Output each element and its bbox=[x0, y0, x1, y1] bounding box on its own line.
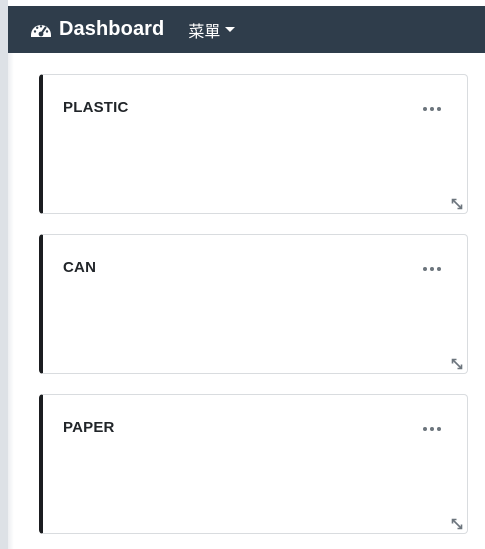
card-paper: PAPER bbox=[39, 394, 468, 534]
dot bbox=[437, 427, 441, 431]
dot bbox=[430, 107, 434, 111]
resize-icon[interactable] bbox=[451, 357, 463, 370]
dot bbox=[437, 267, 441, 271]
card-title: CAN bbox=[63, 259, 97, 276]
brand-label: Dashboard bbox=[59, 18, 165, 40]
card-plastic: PLASTIC bbox=[39, 74, 468, 214]
resize-icon[interactable] bbox=[451, 197, 463, 210]
ellipsis-icon[interactable] bbox=[423, 104, 441, 114]
card-title: PAPER bbox=[63, 419, 115, 436]
dot bbox=[437, 107, 441, 111]
dot bbox=[423, 267, 427, 271]
dot bbox=[423, 427, 427, 431]
ellipsis-icon[interactable] bbox=[423, 264, 441, 274]
dot bbox=[430, 267, 434, 271]
left-edge bbox=[0, 0, 8, 549]
ellipsis-icon[interactable] bbox=[423, 424, 441, 434]
top-navbar: Dashboard 菜單 bbox=[8, 6, 485, 53]
caret-down-icon bbox=[225, 27, 236, 32]
dot bbox=[423, 107, 427, 111]
sidebar-shadow bbox=[8, 53, 14, 549]
brand-link[interactable]: Dashboard bbox=[29, 18, 164, 42]
card-can: CAN bbox=[39, 234, 468, 374]
dot bbox=[430, 427, 434, 431]
menu-label: 菜單 bbox=[188, 21, 221, 41]
card-title: PLASTIC bbox=[63, 99, 129, 116]
app-frame: Dashboard 菜單 PLASTIC CAN PAPER bbox=[0, 0, 485, 549]
tachometer-icon bbox=[29, 18, 53, 42]
resize-icon[interactable] bbox=[451, 517, 463, 530]
menu-dropdown-toggle[interactable]: 菜單 bbox=[188, 18, 236, 42]
